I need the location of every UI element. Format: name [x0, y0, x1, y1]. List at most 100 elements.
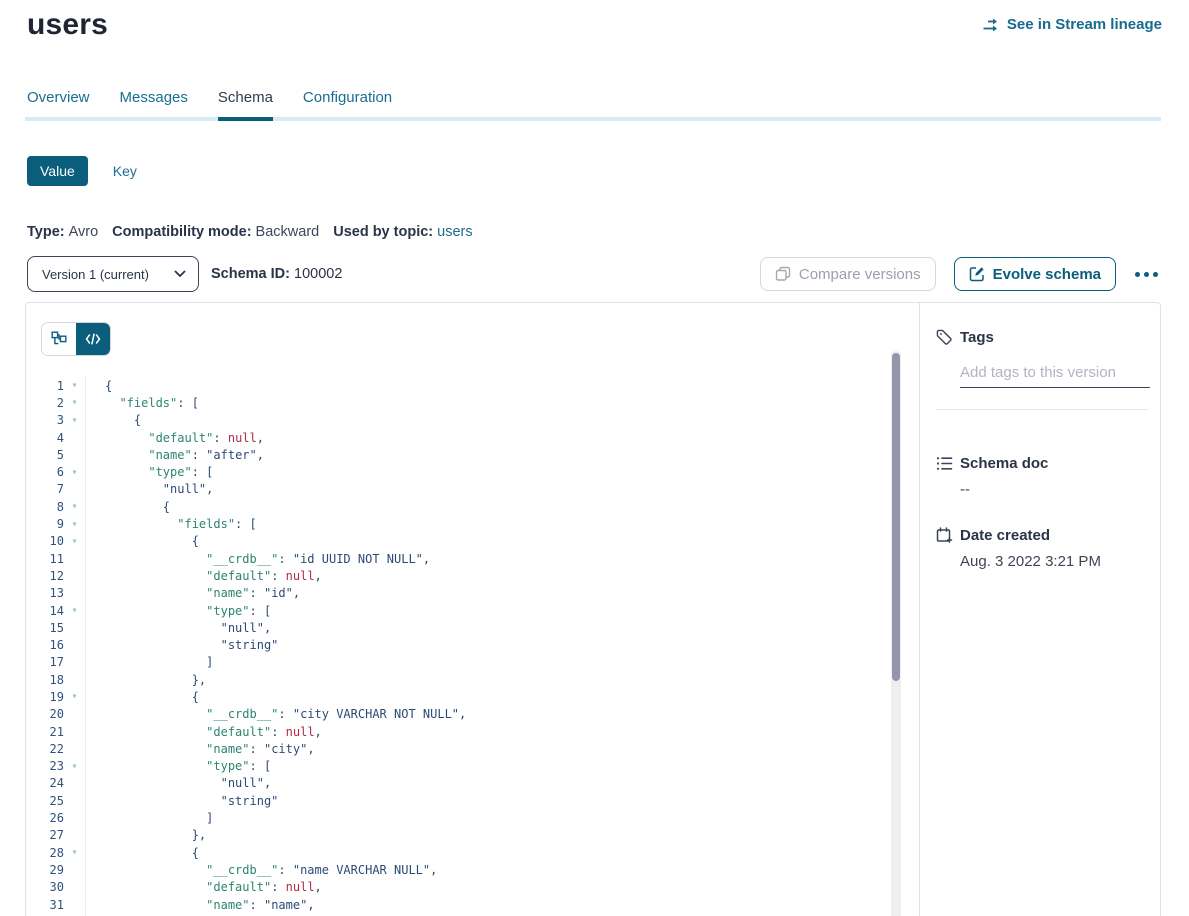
tab-schema[interactable]: Schema [218, 88, 273, 112]
code-line[interactable]: 2▾ "fields": [ [26, 394, 891, 411]
line-number: 23 [26, 759, 64, 773]
tab-overview[interactable]: Overview [27, 88, 90, 112]
version-select[interactable]: Version 1 (current) [27, 256, 199, 292]
code-text: "default": null, [85, 880, 322, 894]
fold-arrow-icon[interactable]: ▾ [64, 536, 85, 547]
line-number: 28 [26, 846, 64, 860]
code-line[interactable]: 18 }, [26, 671, 891, 688]
tags-section-header: Tags [920, 328, 1160, 346]
code-line[interactable]: 10▾ { [26, 533, 891, 550]
fold-arrow-icon[interactable]: ▾ [64, 415, 85, 426]
editor-scrollbar[interactable] [891, 351, 901, 916]
scrollbar-thumb[interactable] [892, 353, 900, 681]
fold-arrow-icon[interactable]: ▾ [64, 519, 85, 530]
code-text: }, [85, 828, 206, 842]
code-text: { [85, 846, 199, 860]
code-line[interactable]: 5 "name": "after", [26, 446, 891, 463]
code-line[interactable]: 4 "default": null, [26, 429, 891, 446]
schema-panel: 1▾{2▾ "fields": [3▾ {4 "default": null,5… [25, 302, 1161, 916]
code-line[interactable]: 27 }, [26, 827, 891, 844]
key-tab-button[interactable]: Key [113, 163, 137, 179]
code-line[interactable]: 3▾ { [26, 412, 891, 429]
code-line[interactable]: 7 "null", [26, 481, 891, 498]
code-line[interactable]: 31 "name": "name", [26, 896, 891, 913]
line-number: 6 [26, 465, 64, 479]
compare-versions-button[interactable]: Compare versions [760, 257, 936, 291]
code-line[interactable]: 14▾ "type": [ [26, 602, 891, 619]
fold-arrow-icon[interactable]: ▾ [64, 467, 85, 478]
code-editor[interactable]: 1▾{2▾ "fields": [3▾ {4 "default": null,5… [26, 377, 891, 916]
compatibility-label: Compatibility mode: [112, 224, 251, 240]
evolve-schema-button[interactable]: Evolve schema [954, 257, 1116, 291]
code-line[interactable]: 29 "__crdb__": "name VARCHAR NULL", [26, 861, 891, 878]
code-line[interactable]: 8▾ { [26, 498, 891, 515]
line-number: 3 [26, 413, 64, 427]
tags-input[interactable] [960, 364, 1150, 388]
line-number: 24 [26, 776, 64, 790]
line-number: 15 [26, 621, 64, 635]
stream-lineage-icon [982, 17, 1000, 33]
code-line[interactable]: 30 "default": null, [26, 879, 891, 896]
code-text: "type": [ [85, 465, 213, 479]
code-text: { [85, 379, 112, 393]
code-line[interactable]: 6▾ "type": [ [26, 463, 891, 480]
evolve-schema-label: Evolve schema [993, 266, 1101, 283]
code-line[interactable]: 26 ] [26, 809, 891, 826]
code-line[interactable]: 21 "default": null, [26, 723, 891, 740]
fold-arrow-icon[interactable]: ▾ [64, 380, 85, 391]
tree-view-button[interactable] [42, 323, 76, 355]
code-line[interactable]: 15 "null", [26, 619, 891, 636]
code-text: { [85, 534, 199, 548]
schema-id-label: Schema ID: [211, 266, 290, 282]
tab-messages[interactable]: Messages [120, 88, 188, 112]
code-line[interactable]: 13 "name": "id", [26, 585, 891, 602]
more-options-button[interactable] [1131, 268, 1162, 281]
line-number: 27 [26, 828, 64, 842]
code-line[interactable]: 11 "__crdb__": "id UUID NOT NULL", [26, 550, 891, 567]
code-line[interactable]: 28▾ { [26, 844, 891, 861]
code-line[interactable]: 23▾ "type": [ [26, 758, 891, 775]
code-text: "name": "name", [85, 898, 315, 912]
code-line[interactable]: 17 ] [26, 654, 891, 671]
fold-arrow-icon[interactable]: ▾ [64, 691, 85, 702]
code-text: "null", [85, 482, 213, 496]
code-text: ] [85, 811, 213, 825]
fold-arrow-icon[interactable]: ▾ [64, 847, 85, 858]
schema-doc-value: -- [960, 481, 1160, 498]
code-text: "__crdb__": "id UUID NOT NULL", [85, 552, 430, 566]
tags-title: Tags [960, 329, 994, 346]
line-number: 22 [26, 742, 64, 756]
code-line[interactable]: 24 "null", [26, 775, 891, 792]
stream-lineage-link[interactable]: See in Stream lineage [982, 16, 1162, 33]
calendar-plus-icon [936, 526, 954, 544]
code-line[interactable]: 16 "string" [26, 636, 891, 653]
line-number: 26 [26, 811, 64, 825]
code-view-icon [85, 332, 101, 346]
compare-versions-label: Compare versions [799, 266, 921, 283]
code-text: }, [85, 673, 206, 687]
version-select-value: Version 1 (current) [42, 267, 149, 282]
line-number: 8 [26, 500, 64, 514]
used-by-topic-label: Used by topic: [333, 224, 433, 240]
code-line[interactable]: 25 "string" [26, 792, 891, 809]
code-text: "string" [85, 794, 278, 808]
topic-link[interactable]: users [437, 224, 472, 240]
value-tab-button[interactable]: Value [27, 156, 88, 186]
compatibility-value: Backward [256, 224, 320, 240]
fold-arrow-icon[interactable]: ▾ [64, 397, 85, 408]
fold-arrow-icon[interactable]: ▾ [64, 605, 85, 616]
code-line[interactable]: 1▾{ [26, 377, 891, 394]
code-line[interactable]: 20 "__crdb__": "city VARCHAR NOT NULL", [26, 706, 891, 723]
code-view-button[interactable] [76, 323, 110, 355]
tab-configuration[interactable]: Configuration [303, 88, 392, 112]
code-line[interactable]: 12 "default": null, [26, 567, 891, 584]
code-line[interactable]: 19▾ { [26, 688, 891, 705]
fold-arrow-icon[interactable]: ▾ [64, 761, 85, 772]
line-number: 9 [26, 517, 64, 531]
code-line[interactable]: 22 "name": "city", [26, 740, 891, 757]
fold-arrow-icon[interactable]: ▾ [64, 501, 85, 512]
code-text: "default": null, [85, 431, 264, 445]
code-line[interactable]: 9▾ "fields": [ [26, 515, 891, 532]
schema-id-value: 100002 [294, 266, 342, 282]
page-header: users See in Stream lineage [0, 0, 1189, 42]
